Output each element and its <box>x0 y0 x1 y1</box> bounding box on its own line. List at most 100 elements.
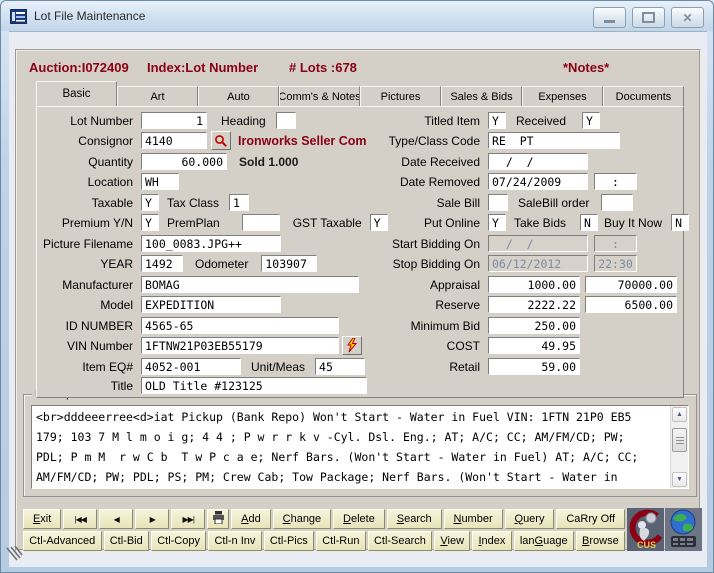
consignor-input[interactable] <box>141 132 207 149</box>
type-class-label: Type/Class Code <box>305 134 488 148</box>
language-button[interactable]: lanGuage <box>514 531 574 551</box>
start-bidding-time-input[interactable] <box>594 235 637 252</box>
tab-expenses[interactable]: Expenses <box>522 86 603 106</box>
cost-input[interactable] <box>488 337 580 354</box>
index-button[interactable]: Index <box>472 531 511 551</box>
taxable-label: Taxable <box>37 196 141 210</box>
appraisal-low-input[interactable] <box>488 276 580 293</box>
put-online-input[interactable] <box>488 214 506 231</box>
reserve-high-input[interactable] <box>585 296 677 313</box>
tab-page-basic: Lot Number Heading Consignor Ironworks S… <box>36 106 684 398</box>
number-button[interactable]: Number <box>444 509 503 529</box>
stop-bidding-time-input[interactable] <box>594 255 637 272</box>
toolbar-row-1: Exit|◀◀ ◀ ▶▶▶| AddChangeDeleteSearchNumberQ… <box>23 509 625 529</box>
ctl-pics-button[interactable]: Ctl-Pics <box>264 531 314 551</box>
query-button[interactable]: Query <box>505 509 555 529</box>
close-icon: ✕ <box>682 12 692 24</box>
consignor-lookup-button[interactable] <box>211 131 231 150</box>
cost-row: COST <box>305 336 580 355</box>
tab-art[interactable]: Art <box>117 86 198 106</box>
tab-comm-s-notes[interactable]: Comm's & Notes <box>279 86 360 106</box>
type-class-input[interactable] <box>488 132 620 149</box>
print-icon <box>212 511 225 524</box>
ctl-advanced-button[interactable]: Ctl-Advanced <box>23 531 102 551</box>
nav-first-button[interactable]: |◀◀ <box>63 509 97 529</box>
client-area: Auction:I072409 Index:Lot Number # Lots … <box>9 31 707 567</box>
retail-input[interactable] <box>488 358 580 375</box>
start-bidding-date-input[interactable] <box>488 235 588 252</box>
search-button[interactable]: Search <box>387 509 442 529</box>
exit-button[interactable]: Exit <box>23 509 61 529</box>
add-button[interactable]: Add <box>231 509 270 529</box>
scroll-up-button[interactable]: ▲ <box>672 407 687 422</box>
take-bids-label: Take Bids <box>514 216 566 230</box>
tab-sales-bids[interactable]: Sales & Bids <box>441 86 522 106</box>
title-bar[interactable]: Lot File Maintenance ✕ <box>1 1 713 31</box>
reserve-input[interactable] <box>488 296 580 313</box>
year-input[interactable] <box>141 255 183 272</box>
description-textarea[interactable]: <br>dddeeerree<d>iat Pickup (Bank Repo) … <box>31 405 689 489</box>
quantity-input[interactable] <box>141 153 227 170</box>
nav-last-button[interactable]: ▶▶| <box>171 509 205 529</box>
browse-button[interactable]: Browse <box>576 531 625 551</box>
nav-prev-button[interactable]: ◀ <box>99 509 133 529</box>
delete-button[interactable]: Delete <box>333 509 385 529</box>
taxable-input[interactable] <box>141 194 159 211</box>
time-removed-input[interactable] <box>594 173 637 190</box>
minimum-bid-row: Minimum Bid <box>305 316 580 335</box>
description-line: AM/FM/CD; PW; PDL; PS; PM; Crew Cab; Tow… <box>36 467 668 487</box>
tab-pictures[interactable]: Pictures <box>360 86 441 106</box>
salebill-order-input[interactable] <box>601 194 633 211</box>
titled-item-input[interactable] <box>488 112 506 129</box>
tab-strip: BasicArtAutoComm's & NotesPicturesSales … <box>36 82 684 106</box>
carry-off-button[interactable]: CaRry Off <box>556 509 625 529</box>
close-button[interactable]: ✕ <box>671 7 704 28</box>
heading-input[interactable] <box>276 112 296 129</box>
print-button[interactable] <box>207 509 229 529</box>
received-input[interactable] <box>582 112 600 129</box>
change-button[interactable]: Change <box>273 509 331 529</box>
tab-auto[interactable]: Auto <box>198 86 279 106</box>
cus-logo-button[interactable]: CUS <box>627 508 664 551</box>
ctl-copy-button[interactable]: Ctl-Copy <box>151 531 206 551</box>
nav-next-button[interactable]: ▶ <box>135 509 169 529</box>
cost-label: COST <box>305 339 488 353</box>
tab-documents[interactable]: Documents <box>603 86 684 106</box>
item-eq-input[interactable] <box>141 358 241 375</box>
view-button[interactable]: View <box>434 531 470 551</box>
maximize-button[interactable] <box>632 7 665 28</box>
date-removed-input[interactable] <box>488 173 588 190</box>
title-input[interactable] <box>141 377 367 394</box>
scroll-down-button[interactable]: ▼ <box>672 472 687 487</box>
ctl-search-button[interactable]: Ctl-Search <box>368 531 432 551</box>
ctl-n-inv-button[interactable]: Ctl-n Inv <box>208 531 261 551</box>
sold-quantity-label: Sold 1.000 <box>239 155 298 169</box>
nav-prev-icon: ◀ <box>114 515 119 524</box>
minimize-button[interactable] <box>593 7 626 28</box>
lot-number-input[interactable] <box>141 112 207 129</box>
lot-number-label: Lot Number <box>37 114 141 128</box>
scrollbar-thumb[interactable] <box>672 428 687 452</box>
stop-bidding-date-input[interactable] <box>488 255 588 272</box>
premplan-input[interactable] <box>242 214 280 231</box>
take-bids-input[interactable] <box>580 214 598 231</box>
model-input[interactable] <box>141 296 281 313</box>
location-input[interactable] <box>141 173 179 190</box>
ctl-run-button[interactable]: Ctl-Run <box>316 531 366 551</box>
date-received-input[interactable] <box>488 153 588 170</box>
online-globe-button[interactable] <box>665 508 702 551</box>
resize-grip[interactable] <box>5 546 23 562</box>
ctl-bid-button[interactable]: Ctl-Bid <box>104 531 149 551</box>
sale-bill-input[interactable] <box>488 194 508 211</box>
button-label: Ctl-Copy <box>157 535 200 547</box>
buy-it-now-input[interactable] <box>671 214 689 231</box>
minimum-bid-input[interactable] <box>488 317 580 334</box>
put-online-label: Put Online <box>305 216 488 230</box>
tab-basic[interactable]: Basic <box>36 81 117 106</box>
premium-input[interactable] <box>141 214 159 231</box>
picture-filename-input[interactable] <box>141 235 281 252</box>
date-received-row: Date Received <box>305 152 588 171</box>
tax-class-input[interactable] <box>229 194 249 211</box>
description-scrollbar[interactable]: ▲ ▼ <box>670 406 688 488</box>
appraisal-high-input[interactable] <box>585 276 677 293</box>
